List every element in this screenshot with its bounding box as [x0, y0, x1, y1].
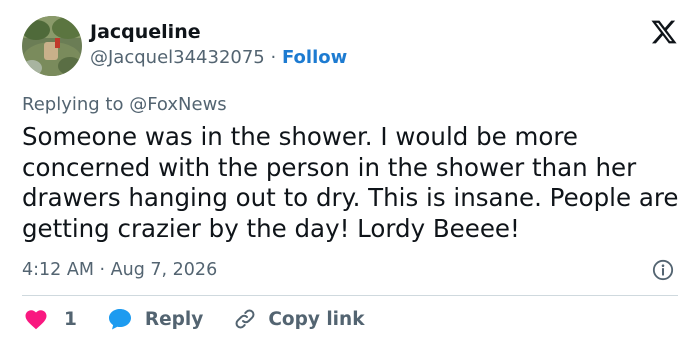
reply-button[interactable]: Reply — [107, 307, 203, 331]
avatar[interactable] — [22, 16, 82, 76]
divider — [22, 295, 678, 296]
reply-context: Replying to @FoxNews — [22, 93, 227, 117]
handle-row: @Jacquel34432075 · Follow — [90, 46, 347, 70]
x-logo-icon[interactable] — [650, 18, 678, 46]
follow-button[interactable]: Follow — [282, 47, 347, 68]
heart-icon — [25, 310, 47, 330]
copy-link-label: Copy link — [268, 308, 365, 330]
reply-context-prefix: Replying to — [22, 94, 124, 115]
tweet-header: Jacqueline @Jacquel34432075 · Follow — [22, 16, 347, 76]
separator-dot: · — [270, 47, 277, 68]
display-name[interactable]: Jacqueline — [90, 20, 347, 44]
timestamp-separator: · — [99, 260, 106, 280]
user-handle[interactable]: @Jacquel34432075 — [90, 47, 265, 68]
copy-link-button[interactable]: Copy link — [233, 307, 365, 331]
info-icon[interactable] — [652, 259, 674, 281]
action-bar: 1 Reply Copy link — [24, 307, 365, 331]
speech-bubble-icon — [108, 309, 131, 330]
like-button[interactable]: 1 — [24, 308, 77, 330]
tweet-time[interactable]: 4:12 AM — [22, 260, 94, 280]
reply-mention-link[interactable]: @FoxNews — [129, 94, 226, 115]
link-icon — [235, 309, 255, 329]
tweet-card: Jacqueline @Jacquel34432075 · Follow Rep… — [0, 0, 700, 348]
reply-label: Reply — [144, 308, 204, 330]
tweet-date[interactable]: Aug 7, 2026 — [111, 260, 218, 280]
like-count: 1 — [64, 308, 77, 330]
tweet-text: Someone was in the shower. I would be mo… — [22, 122, 679, 243]
user-info: Jacqueline @Jacquel34432075 · Follow — [90, 20, 347, 70]
timestamp[interactable]: 4:12 AM · Aug 7, 2026 — [22, 258, 217, 282]
